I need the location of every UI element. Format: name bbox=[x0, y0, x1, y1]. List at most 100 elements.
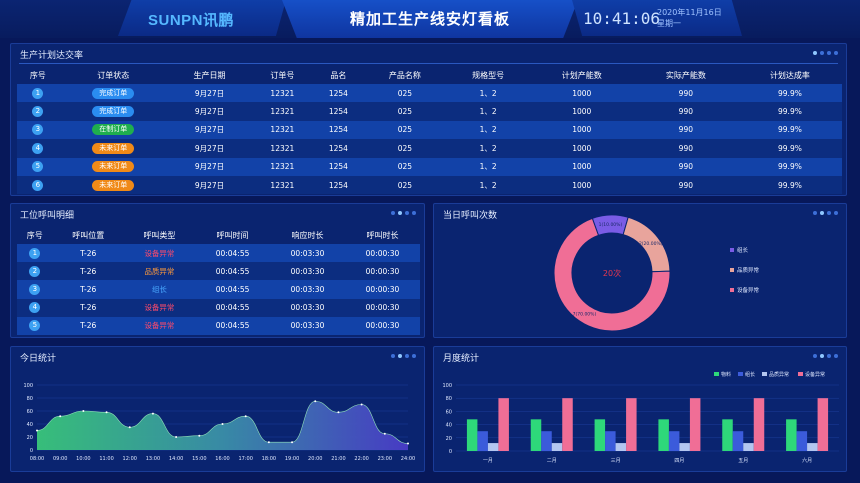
bar[interactable] bbox=[498, 398, 509, 451]
time-cell: 00:04:55 bbox=[195, 298, 271, 317]
row-number-badge: 4 bbox=[29, 302, 41, 314]
rate-cell: 99.9% bbox=[737, 84, 842, 103]
bar[interactable] bbox=[615, 443, 627, 451]
x-tick-label: 五月 bbox=[738, 458, 748, 464]
x-tick-label: 08:00 bbox=[30, 456, 44, 462]
bar[interactable] bbox=[551, 443, 563, 451]
bar[interactable] bbox=[796, 431, 808, 451]
today-panel: 今日统计 100 80 60 40 20 0 08:00 09:00 10:00 11:00 12:… bbox=[10, 346, 425, 472]
row-number-badge: 5 bbox=[32, 161, 44, 173]
status-cell: 完成订单 bbox=[58, 84, 168, 103]
data-point[interactable] bbox=[198, 434, 201, 437]
pos-cell: T-26 bbox=[52, 262, 124, 281]
row-number-cell: 6 bbox=[17, 175, 59, 195]
x-tick-label: 23:00 bbox=[378, 456, 392, 462]
date-cell: 9月27日 bbox=[167, 84, 252, 103]
table-row[interactable]: 2 T-26 品质异常 00:04:55 00:03:30 00:00:30 bbox=[17, 262, 420, 281]
dur-cell: 00:00:30 bbox=[344, 244, 420, 263]
calls-panel: 工位呼叫明细 序号 呼叫位置 呼叫类型 呼叫时间 响应时长 呼叫时长 1 T-26 设备异常 0… bbox=[10, 203, 425, 338]
panel-title: 工位呼叫明细 bbox=[20, 211, 75, 221]
dur-cell: 00:00:30 bbox=[344, 298, 420, 317]
carousel-dots[interactable] bbox=[813, 51, 838, 55]
table-row[interactable]: 6 未来订单 9月27日 12321 1254 025 1、2 1000 990 99.9% bbox=[17, 175, 842, 195]
x-tick-label: 三月 bbox=[611, 458, 621, 464]
data-point[interactable] bbox=[105, 411, 108, 414]
data-point[interactable] bbox=[267, 441, 270, 444]
data-point[interactable] bbox=[36, 429, 38, 432]
data-point[interactable] bbox=[244, 415, 247, 418]
y-tick-label: 60 bbox=[27, 409, 33, 415]
bar[interactable] bbox=[466, 419, 478, 451]
time-cell: 00:04:55 bbox=[195, 262, 271, 281]
bar[interactable] bbox=[732, 431, 744, 451]
table-row[interactable]: 4 未来订单 9月27日 12321 1254 025 1、2 1000 990 99.9% bbox=[17, 139, 842, 158]
table-row[interactable]: 5 未来订单 9月27日 12321 1254 025 1、2 1000 990 99.9% bbox=[17, 157, 842, 176]
area-fill bbox=[37, 401, 408, 450]
bar[interactable] bbox=[679, 443, 690, 451]
data-point[interactable] bbox=[360, 403, 363, 406]
table-row[interactable]: 5 T-26 设备异常 00:04:55 00:03:30 00:00:30 bbox=[17, 316, 420, 335]
legend-swatch bbox=[730, 268, 734, 272]
time-cell: 00:04:55 bbox=[195, 316, 271, 335]
legend-swatch bbox=[730, 288, 734, 292]
plan-cell: 1000 bbox=[529, 157, 634, 176]
bar[interactable] bbox=[487, 443, 499, 451]
data-point[interactable] bbox=[383, 432, 386, 435]
bar[interactable] bbox=[807, 443, 818, 451]
data-point[interactable] bbox=[175, 436, 178, 438]
actual-cell: 990 bbox=[633, 102, 738, 121]
carousel-dots[interactable] bbox=[391, 211, 416, 215]
table-row[interactable]: 3 在制订单 9月27日 12321 1254 025 1、2 1000 990 99.9% bbox=[17, 120, 842, 140]
bar[interactable] bbox=[658, 419, 669, 451]
dur-cell: 00:00:30 bbox=[344, 316, 420, 335]
table-row[interactable]: 2 完成订单 9月27日 12321 1254 025 1、2 1000 990 99.9% bbox=[17, 102, 842, 121]
bar[interactable] bbox=[722, 419, 733, 451]
bar[interactable] bbox=[562, 398, 573, 451]
table-row[interactable]: 3 T-26 组长 00:04:55 00:03:30 00:00:30 bbox=[17, 280, 420, 299]
legend-swatch bbox=[714, 372, 719, 376]
column-header: 规格型号 bbox=[472, 70, 505, 80]
bar[interactable] bbox=[626, 398, 637, 451]
legend-label: 设备异常 bbox=[737, 286, 760, 294]
data-point[interactable] bbox=[82, 410, 85, 412]
header-bar: SUNPN讯鹏 精加工生产线安灯看板 10:41:06 2020年11月16日 … bbox=[0, 0, 860, 38]
data-point[interactable] bbox=[291, 441, 294, 444]
data-point[interactable] bbox=[407, 442, 409, 445]
bar[interactable] bbox=[753, 398, 765, 451]
status-badge: 未来订单 bbox=[92, 142, 135, 154]
bar[interactable] bbox=[817, 398, 829, 451]
legend-label: 品质异常 bbox=[769, 371, 789, 378]
pos-cell: T-26 bbox=[52, 298, 124, 317]
bar[interactable] bbox=[743, 443, 754, 451]
type-cell: 设备异常 bbox=[123, 298, 196, 317]
bar[interactable] bbox=[786, 419, 797, 451]
bar[interactable] bbox=[541, 431, 552, 451]
order-cell: 12321 bbox=[251, 175, 314, 195]
slice-label: 2(20.00%) bbox=[639, 241, 663, 247]
data-point[interactable] bbox=[151, 412, 154, 415]
bar[interactable] bbox=[689, 398, 701, 451]
bar[interactable] bbox=[668, 431, 680, 451]
status-badge: 完成订单 bbox=[92, 87, 135, 99]
bar[interactable] bbox=[605, 431, 616, 451]
resp-cell: 00:03:30 bbox=[270, 298, 345, 317]
bar[interactable] bbox=[530, 419, 542, 451]
data-point[interactable] bbox=[314, 400, 317, 403]
data-point[interactable] bbox=[59, 415, 62, 418]
bar[interactable] bbox=[477, 431, 488, 451]
legend-label: 设备异常 bbox=[805, 371, 825, 378]
table-row[interactable]: 4 T-26 设备异常 00:04:55 00:03:30 00:00:30 bbox=[17, 298, 420, 317]
table-row[interactable]: 1 完成订单 9月27日 12321 1254 025 1、2 1000 990 99.9% bbox=[17, 84, 842, 103]
y-tick-label: 100 bbox=[442, 383, 452, 389]
bar[interactable] bbox=[594, 419, 606, 451]
data-point[interactable] bbox=[128, 426, 131, 429]
data-point[interactable] bbox=[221, 423, 224, 425]
x-tick-label: 13:00 bbox=[146, 456, 160, 462]
row-number-cell: 1 bbox=[17, 84, 59, 103]
row-number-cell: 1 bbox=[17, 244, 53, 263]
data-point[interactable] bbox=[337, 411, 340, 414]
table-row[interactable]: 1 T-26 设备异常 00:04:55 00:03:30 00:00:30 bbox=[17, 244, 420, 263]
product-cell: 025 bbox=[363, 175, 447, 195]
clock: 10:41:06 bbox=[583, 9, 661, 28]
x-tick-label: 12:00 bbox=[123, 456, 137, 462]
